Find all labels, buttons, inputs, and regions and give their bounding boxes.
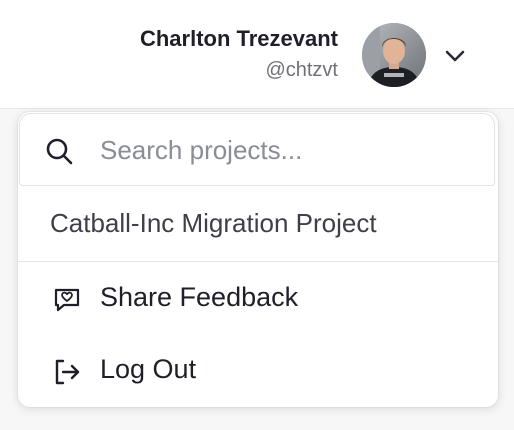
log-out-label: Log Out xyxy=(100,354,197,384)
user-dropdown-menu: Catball-Inc Migration Project Share Feed… xyxy=(18,112,498,407)
top-bar: Charlton Trezevant @chtzvt xyxy=(0,0,514,109)
share-feedback-label: Share Feedback xyxy=(100,282,299,312)
user-avatar-photo xyxy=(362,23,426,87)
user-handle: @chtzvt xyxy=(265,59,338,81)
user-name: Charlton Trezevant xyxy=(139,26,338,51)
avatar[interactable] xyxy=(362,23,426,87)
chevron-down-icon[interactable] xyxy=(441,42,469,70)
project-label: Catball-Inc Migration Project xyxy=(50,208,377,238)
feedback-chat-icon xyxy=(52,285,82,315)
search-input[interactable] xyxy=(100,132,480,168)
project-item[interactable]: Catball-Inc Migration Project xyxy=(18,188,498,262)
user-info[interactable]: Charlton Trezevant @chtzvt xyxy=(140,24,338,84)
logout-icon xyxy=(52,357,82,387)
log-out-button[interactable]: Log Out xyxy=(18,339,498,403)
share-feedback-button[interactable]: Share Feedback xyxy=(18,267,498,331)
search-box xyxy=(19,113,495,186)
search-icon xyxy=(44,136,74,166)
